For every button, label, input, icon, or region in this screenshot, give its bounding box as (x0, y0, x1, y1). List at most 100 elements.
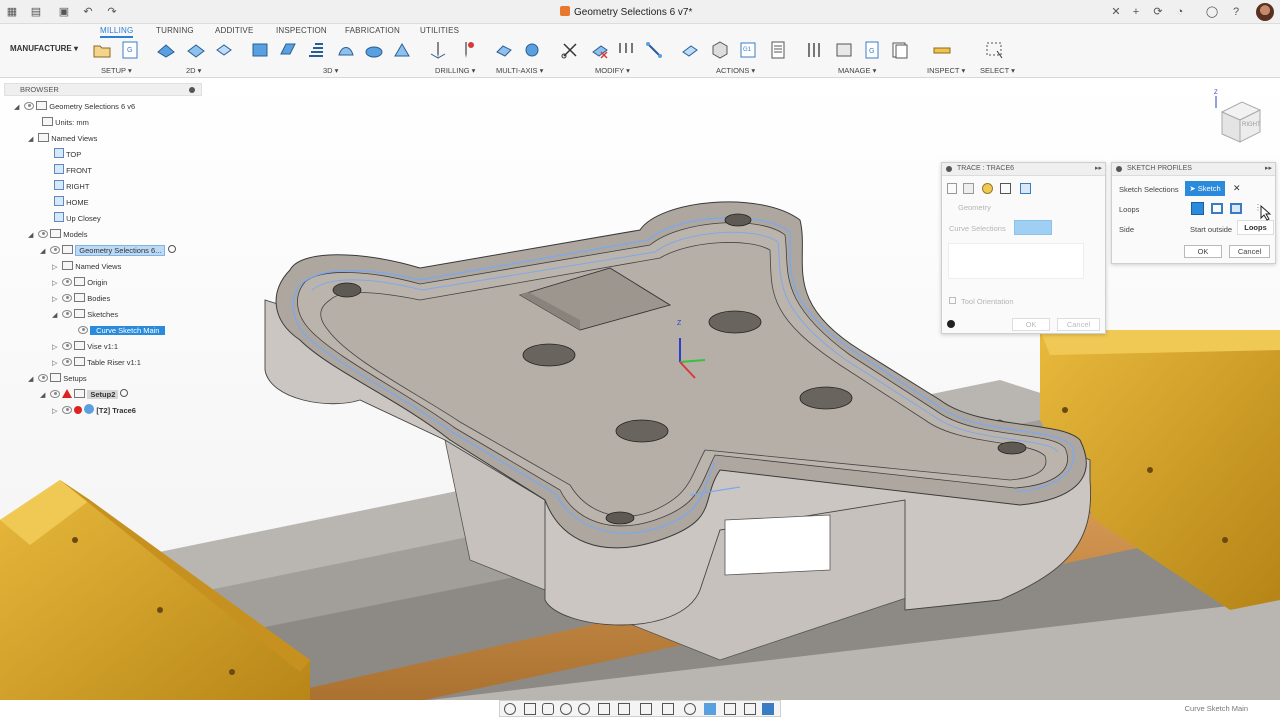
sketch-selection-chip[interactable]: ➤ Sketch (1185, 181, 1225, 196)
select-window-icon[interactable] (984, 40, 1004, 60)
tab-tool[interactable] (947, 183, 957, 194)
setup-sheet-icon[interactable] (768, 40, 788, 60)
tree-row-view-top[interactable]: TOP (54, 148, 81, 162)
undo-icon[interactable]: ↶ (80, 4, 96, 20)
template-library-icon[interactable] (890, 40, 910, 60)
rotate-view-icon[interactable] (684, 703, 696, 715)
tree-row-root[interactable]: ◢ Geometry Selections 6 v6 (14, 100, 135, 114)
modify-group[interactable]: MODIFY ▾ (595, 66, 630, 75)
help-icon[interactable]: ? (1228, 4, 1244, 20)
expand-arrow-icon[interactable]: ◢ (28, 376, 36, 384)
contour-icon[interactable] (364, 40, 384, 60)
tree-row-models[interactable]: ◢ Models (28, 228, 87, 242)
simulate-icon[interactable] (680, 40, 700, 60)
tree-row-view-front[interactable]: FRONT (54, 164, 92, 178)
post-library-icon[interactable]: G (862, 40, 882, 60)
visibility-eye-icon[interactable] (78, 326, 88, 334)
loops-all-icon[interactable] (1191, 202, 1204, 215)
expand-arrow-icon[interactable]: ◢ (52, 312, 60, 320)
tree-row-bodies[interactable]: ▷ Bodies (52, 292, 110, 306)
collapse-arrow-icon[interactable]: ▷ (52, 264, 60, 272)
tab-passes[interactable] (1000, 183, 1011, 194)
collapse-arrow-icon[interactable]: ▷ (52, 344, 60, 352)
visibility-eye-icon[interactable] (38, 230, 49, 238)
visibility-eye-icon[interactable] (62, 358, 73, 366)
trace-cancel-button[interactable]: Cancel (1057, 318, 1100, 331)
tree-row-setup2[interactable]: ◢ Setup2 (40, 388, 129, 402)
multi-axis-group[interactable]: MULTI-AXIS ▾ (496, 66, 543, 75)
redo-icon[interactable]: ↷ (104, 4, 120, 20)
look-at-icon[interactable] (524, 703, 536, 715)
pan-icon[interactable] (542, 703, 554, 715)
loops-inner-icon[interactable] (1230, 203, 1242, 214)
expand-arrow-icon[interactable]: ◢ (28, 232, 36, 240)
geometry-section-label[interactable]: Geometry (958, 203, 991, 212)
hole-recognition-icon[interactable] (456, 40, 476, 60)
visibility-eye-icon[interactable] (62, 310, 73, 318)
delete-toolpath-icon[interactable] (590, 40, 610, 60)
2d-adaptive-icon[interactable] (156, 40, 176, 60)
collapse-arrow-icon[interactable]: ▷ (52, 408, 60, 416)
tree-row-trace6[interactable]: ▷ [T2] Trace6 (52, 404, 136, 418)
save-icon[interactable]: ▣ (56, 4, 72, 20)
section-icon[interactable] (662, 703, 674, 715)
geometry-list-box[interactable] (948, 243, 1084, 279)
clear-selection-icon[interactable]: ✕ (1233, 183, 1241, 194)
info-icon[interactable] (947, 320, 955, 328)
curve-selections-chip[interactable] (1014, 220, 1052, 235)
checkbox-icon[interactable] (949, 297, 956, 304)
drilling-group[interactable]: DRILLING ▾ (435, 66, 475, 75)
tree-row-sketches[interactable]: ◢ Sketches (52, 308, 118, 322)
collapse-arrow-icon[interactable]: ▷ (52, 296, 60, 304)
tree-row-setups[interactable]: ◢ Setups (28, 372, 87, 386)
expand-dialog-icon[interactable]: ▸▸ (1265, 164, 1272, 172)
sync-icon[interactable]: ⟳ (1150, 4, 1166, 20)
3d-pocket-icon[interactable] (278, 40, 298, 60)
visibility-eye-icon[interactable] (62, 342, 73, 350)
orbit-icon[interactable] (504, 703, 516, 715)
expand-arrow-icon[interactable]: ◢ (28, 136, 36, 144)
tab-additive[interactable]: ADDITIVE (215, 26, 254, 35)
tab-milling[interactable]: MILLING (100, 26, 134, 38)
tree-row-units[interactable]: Units: mm (42, 116, 89, 130)
trace-ok-button[interactable]: OK (1012, 318, 1050, 331)
scallop-icon[interactable] (336, 40, 356, 60)
swarf-icon[interactable] (494, 40, 514, 60)
tab-inspection[interactable]: INSPECTION (276, 26, 327, 35)
face-icon[interactable] (214, 40, 234, 60)
actions-group[interactable]: ACTIONS ▾ (716, 66, 755, 75)
simulate-machine-icon[interactable] (710, 40, 730, 60)
shading-icon[interactable] (744, 703, 756, 715)
app-grid-icon[interactable]: ▦ (4, 4, 20, 20)
sketch-cancel-button[interactable]: Cancel (1229, 245, 1270, 258)
visibility-eye-icon[interactable] (38, 374, 49, 382)
expand-dialog-icon[interactable]: ▸▸ (1095, 164, 1102, 172)
zoom-icon[interactable] (560, 703, 572, 715)
nc-program-icon[interactable]: G (120, 40, 140, 60)
cut-icon[interactable] (560, 40, 580, 60)
stock-display-icon[interactable] (704, 703, 716, 715)
2d-group[interactable]: 2D ▾ (186, 66, 201, 75)
ramp-icon[interactable] (392, 40, 412, 60)
collapse-arrow-icon[interactable]: ▷ (52, 280, 60, 288)
material-icon[interactable] (724, 703, 736, 715)
drill-icon[interactable] (428, 40, 448, 60)
tree-row-view-up-closey[interactable]: Up Closey (54, 212, 101, 226)
steep-shallow-icon[interactable] (306, 40, 326, 60)
visibility-eye-icon[interactable] (62, 278, 73, 286)
3d-adaptive-icon[interactable] (250, 40, 270, 60)
select-group[interactable]: SELECT ▾ (980, 66, 1015, 75)
tree-row-vise[interactable]: ▷ Vise v1:1 (52, 340, 118, 354)
post-process-icon[interactable]: G1 (738, 40, 758, 60)
pattern-icon[interactable] (616, 40, 636, 60)
setup-folder-icon[interactable] (92, 40, 112, 60)
tab-turning[interactable]: TURNING (156, 26, 194, 35)
tree-row-table-riser[interactable]: ▷ Table Riser v1:1 (52, 356, 141, 370)
tree-row-view-home[interactable]: HOME (54, 196, 89, 210)
browser-header[interactable]: BROWSER (4, 83, 202, 96)
3d-group[interactable]: 3D ▾ (323, 66, 338, 75)
close-tab-icon[interactable]: ✕ (1108, 4, 1124, 20)
tree-row-view-right[interactable]: RIGHT (54, 180, 89, 194)
measure-icon[interactable] (932, 40, 952, 60)
workspace-switcher[interactable]: MANUFACTURE ▾ (8, 38, 80, 60)
